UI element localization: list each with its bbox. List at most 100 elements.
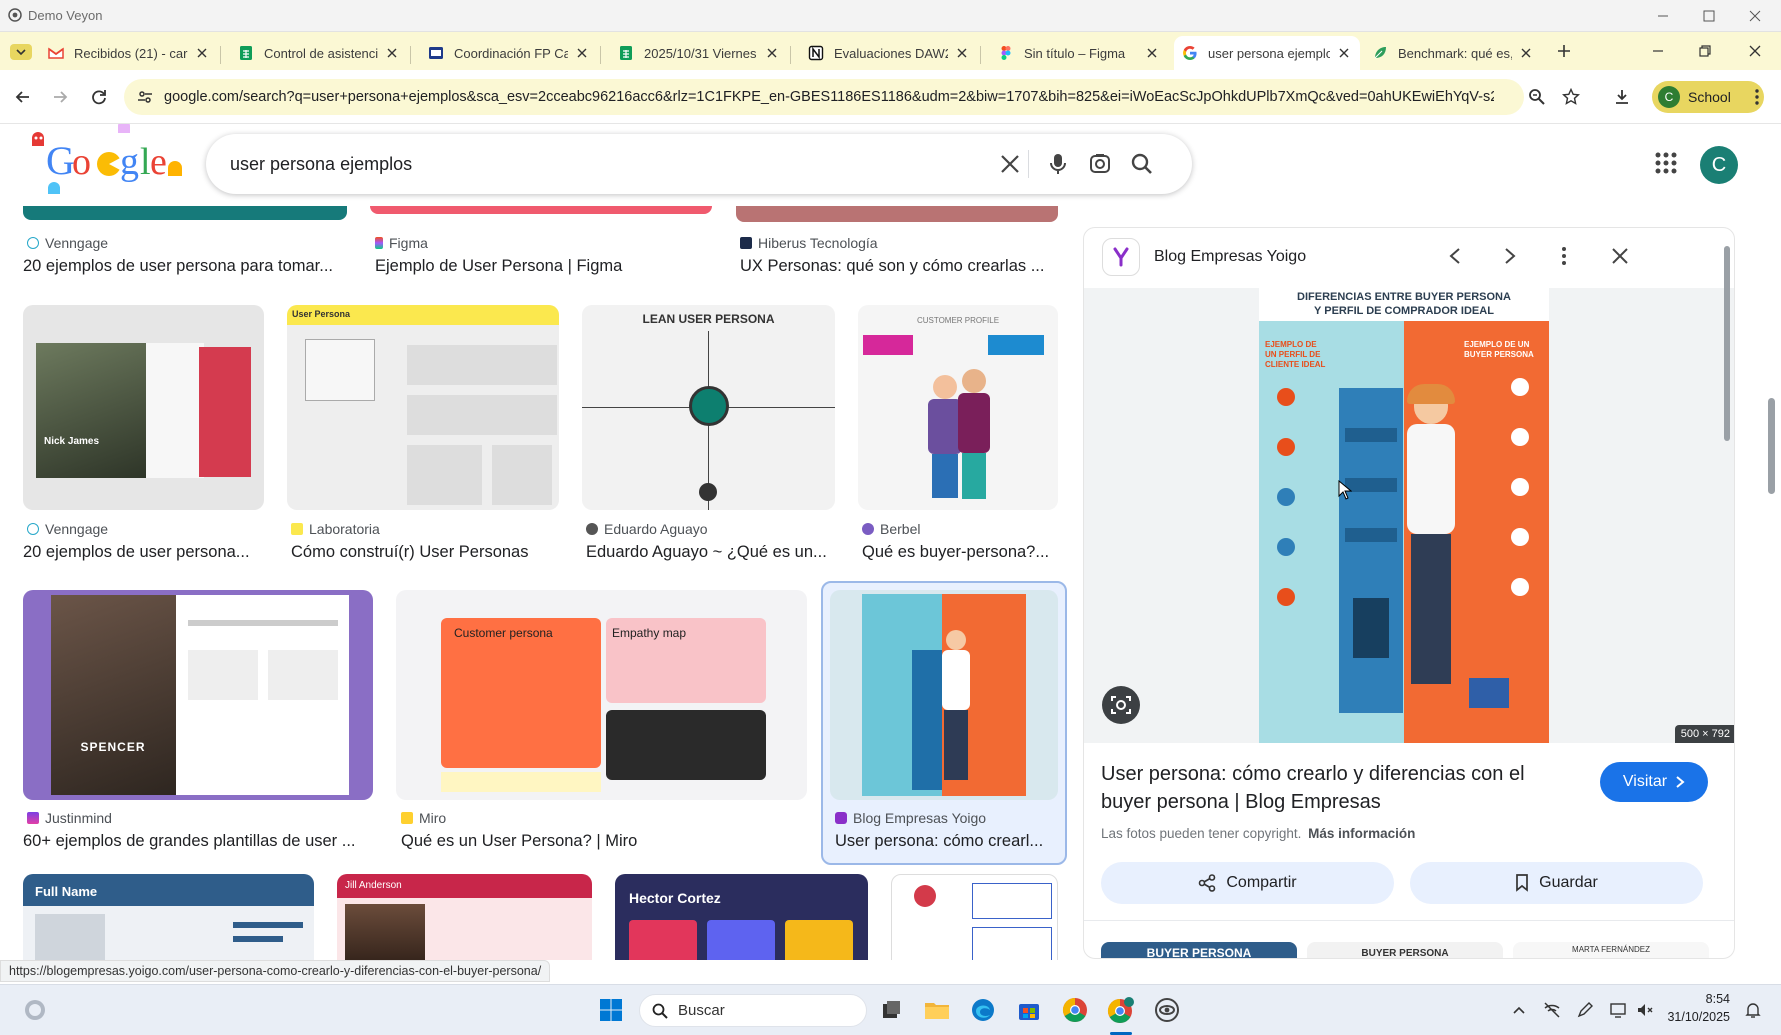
more-info-link[interactable]: Más información [1308, 826, 1415, 841]
result-title[interactable]: Ejemplo de User Persona | Figma [375, 257, 705, 276]
tab-control-asistencia[interactable]: Control de asistencia [230, 36, 408, 70]
result-source[interactable]: Eduardo Aguayo [586, 521, 708, 537]
result-source[interactable]: Figma [375, 235, 428, 251]
clock-date[interactable]: 31/10/2025 [1650, 1010, 1730, 1024]
voice-search-icon[interactable] [1044, 150, 1072, 178]
tab-evaluaciones[interactable]: Evaluaciones DAW2 [800, 36, 978, 70]
reload-icon[interactable] [86, 84, 112, 110]
clock-time[interactable]: 8:54 [1668, 992, 1730, 1006]
edge-icon[interactable] [966, 993, 1000, 1027]
result-title[interactable]: 20 ejemplos de user persona... [23, 543, 263, 562]
address-bar[interactable]: google.com/search?q=user+persona+ejemplo… [124, 79, 1524, 115]
chrome-icon[interactable] [1058, 993, 1092, 1027]
zoom-icon[interactable] [1524, 84, 1550, 110]
result-source[interactable]: Blog Empresas Yoigo [835, 810, 986, 826]
google-apps-icon[interactable] [1655, 152, 1677, 174]
tab-search-chevron-icon[interactable] [10, 44, 32, 60]
browser-minimize-icon[interactable] [1650, 43, 1666, 59]
back-icon[interactable] [10, 84, 36, 110]
related-thumbnail[interactable]: MARTA FERNÁNDEZ [1513, 942, 1709, 958]
lens-search-icon[interactable] [1086, 150, 1114, 178]
file-explorer-icon[interactable] [920, 993, 954, 1027]
result-thumbnail-laboratoria[interactable]: User Persona [287, 305, 559, 510]
result-source[interactable]: Berbel [862, 521, 920, 537]
menu-kebab-icon[interactable] [1744, 84, 1770, 110]
veyon-icon[interactable] [1150, 993, 1184, 1027]
bookmark-star-icon[interactable] [1558, 84, 1584, 110]
result-title[interactable]: 60+ ejemplos de grandes plantillas de us… [23, 832, 373, 851]
task-view-icon[interactable] [874, 993, 908, 1027]
search-box[interactable]: user persona ejemplos [206, 134, 1192, 194]
widgets-icon[interactable] [18, 993, 52, 1027]
maximize-icon[interactable] [1699, 6, 1719, 26]
visual-search-icon[interactable] [1102, 686, 1140, 724]
more-options-icon[interactable] [1546, 238, 1582, 274]
search-query[interactable]: user persona ejemplos [230, 154, 412, 175]
result-source[interactable]: Justinmind [27, 810, 112, 826]
share-button[interactable]: Compartir [1101, 862, 1394, 904]
result-source[interactable]: Venngage [27, 521, 108, 537]
result-title[interactable]: UX Personas: qué son y cómo crearlas ... [740, 257, 1058, 276]
close-tab-icon[interactable] [1144, 45, 1160, 61]
windows-start-icon[interactable] [594, 993, 628, 1027]
result-source[interactable]: Miro [401, 810, 446, 826]
notification-bell-icon[interactable] [1736, 993, 1770, 1027]
close-panel-icon[interactable] [1602, 238, 1638, 274]
url-text[interactable]: google.com/search?q=user+persona+ejemplo… [164, 89, 1494, 105]
google-doodle-logo[interactable]: G o g l e [22, 124, 192, 198]
result-thumbnail-full-name[interactable]: Full Name [23, 874, 314, 960]
result-thumbnail[interactable] [370, 206, 712, 214]
close-tab-icon[interactable] [194, 45, 210, 61]
search-icon[interactable] [1128, 150, 1156, 178]
panel-result-title[interactable]: User persona: cómo crearlo y diferencias… [1101, 760, 1561, 816]
result-title[interactable]: Qué es un User Persona? | Miro [401, 832, 801, 851]
result-source[interactable]: Hiberus Tecnología [740, 235, 878, 251]
pen-icon[interactable] [1568, 993, 1602, 1027]
tray-chevron-icon[interactable] [1502, 993, 1536, 1027]
browser-restore-icon[interactable] [1697, 43, 1713, 59]
close-tab-icon[interactable] [1336, 45, 1352, 61]
close-tab-icon[interactable] [574, 45, 590, 61]
tab-google-search[interactable]: user persona ejemplo [1174, 36, 1360, 70]
close-tab-icon[interactable] [764, 45, 780, 61]
result-thumbnail-yoigo[interactable] [830, 590, 1058, 800]
browser-close-icon[interactable] [1747, 43, 1763, 59]
result-thumbnail-hector-cortez[interactable]: Hector Cortez [615, 874, 868, 960]
panel-site-name[interactable]: Blog Empresas Yoigo [1154, 248, 1306, 266]
tab-viernes[interactable]: 2025/10/31 Viernes [610, 36, 788, 70]
result-thumbnail[interactable] [736, 206, 1058, 222]
visit-button[interactable]: Visitar [1600, 762, 1708, 802]
preview-image-area[interactable]: DIFERENCIAS ENTRE BUYER PERSONA Y PERFIL… [1084, 288, 1734, 743]
page-scrollbar-thumb[interactable] [1768, 398, 1775, 494]
taskbar-search[interactable]: Buscar [639, 994, 867, 1027]
panel-scrollbar-thumb[interactable] [1724, 246, 1730, 441]
result-thumbnail-spencer[interactable]: SPENCER [23, 590, 373, 800]
tab-gmail[interactable]: Recibidos (21) - carla [40, 36, 218, 70]
result-thumbnail-jill-anderson[interactable]: Jill Anderson [337, 874, 592, 960]
result-source[interactable]: Laboratoria [291, 521, 380, 537]
close-tab-icon[interactable] [384, 45, 400, 61]
result-title[interactable]: User persona: cómo crearl... [835, 832, 1057, 851]
result-thumbnail-nick-james[interactable]: Nick James [23, 305, 264, 510]
tab-figma[interactable]: Sin título – Figma [990, 36, 1168, 70]
result-thumbnail-customer-profile[interactable]: CUSTOMER PROFILE [858, 305, 1058, 510]
microsoft-store-icon[interactable] [1012, 993, 1046, 1027]
new-tab-icon[interactable] [1556, 43, 1572, 59]
close-tab-icon[interactable] [954, 45, 970, 61]
result-thumbnail-persona-sheet[interactable] [891, 874, 1058, 960]
previous-image-icon[interactable] [1437, 238, 1473, 274]
result-thumbnail-miro[interactable]: Customer persona Empathy map [396, 590, 807, 800]
result-title[interactable]: Qué es buyer-persona?... [862, 543, 1058, 562]
minimize-icon[interactable] [1653, 6, 1673, 26]
chrome-profile-icon[interactable] [1104, 993, 1138, 1027]
network-off-icon[interactable] [1535, 993, 1569, 1027]
save-button[interactable]: Guardar [1410, 862, 1703, 904]
result-thumbnail[interactable] [23, 206, 347, 220]
forward-icon[interactable] [47, 84, 73, 110]
result-source[interactable]: Venngage [27, 235, 108, 251]
clear-search-icon[interactable] [996, 150, 1024, 178]
site-info-icon[interactable] [136, 88, 154, 106]
result-title[interactable]: Cómo construí(r) User Personas [291, 543, 561, 562]
tab-benchmark[interactable]: Benchmark: qué es, c [1364, 36, 1542, 70]
google-account-avatar[interactable]: C [1700, 146, 1738, 184]
